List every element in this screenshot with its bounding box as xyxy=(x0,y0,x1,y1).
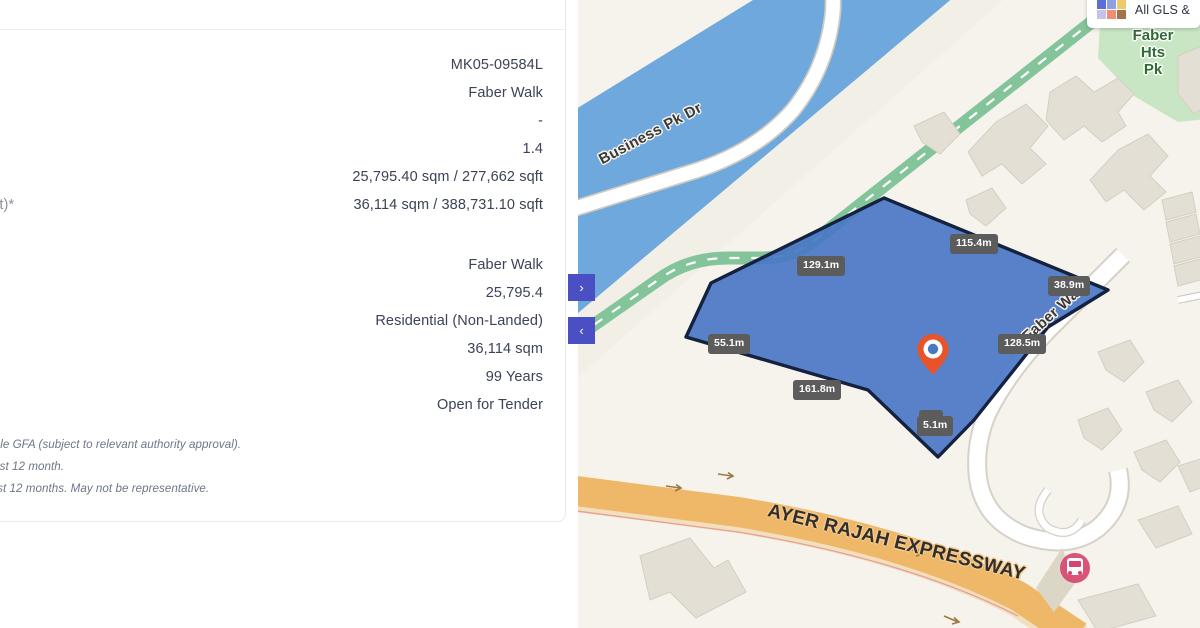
map-viewport[interactable]: Faber Hts Pk Business Pk Dr Faber Walk A… xyxy=(578,0,1200,628)
detail-row: sqft) 25,795.40 sqm / 277,662 sqft xyxy=(0,164,543,192)
previous-panel-button[interactable]: ‹ xyxy=(568,317,595,344)
detail-row-value: Residential (Non-Landed) xyxy=(375,313,543,329)
park-label-line: Faber xyxy=(1132,27,1174,44)
park-label: Faber Hts Pk xyxy=(1124,27,1182,78)
legend-swatch xyxy=(1116,0,1126,9)
legend-swatch xyxy=(1106,0,1116,9)
page-root: apore MK05-09584L Faber Walk - Ratio xyxy=(0,0,1200,628)
detail-row: 99 Years xyxy=(0,364,543,392)
detail-row-value: Faber Walk xyxy=(468,257,543,273)
legend-swatch xyxy=(1106,10,1116,19)
detail-row: Residential (Non-Landed) xyxy=(0,308,543,336)
dimension-chip: 5.1m xyxy=(917,416,954,436)
location-pin[interactable] xyxy=(916,332,950,376)
detail-row-status: Open for Tender xyxy=(0,392,543,420)
map-layer-legend[interactable]: All GLS & xyxy=(1086,0,1200,28)
detail-row: - xyxy=(0,108,543,136)
detail-row: MK05-09584L xyxy=(0,52,543,80)
detail-row-value: 25,795.40 sqm / 277,662 sqft xyxy=(352,169,543,185)
detail-row-value: Open for Tender xyxy=(436,397,543,413)
detail-row: (sqm) 36,114 sqm xyxy=(0,336,543,364)
dimension-chip: 55.1m xyxy=(708,334,751,354)
dimension-chip: 161.8m xyxy=(793,380,842,400)
legend-swatch xyxy=(1116,10,1126,19)
card-header: apore xyxy=(0,0,565,30)
property-info-panel: apore MK05-09584L Faber Walk - Ratio xyxy=(0,0,578,628)
detail-row: Faber Walk xyxy=(0,80,543,108)
footnotes: Permissisble GFA (subject to relevant au… xyxy=(0,420,543,501)
card-body: MK05-09584L Faber Walk - Ratio 1.4 sqft)… xyxy=(0,30,565,521)
park-label-line: Hts xyxy=(1140,43,1166,61)
property-detail-card: apore MK05-09584L Faber Walk - Ratio xyxy=(0,0,566,522)
dimension-chip: 115.4m xyxy=(950,234,998,254)
detail-row-value: 1.4 xyxy=(522,141,543,157)
park-label-line: Pk xyxy=(1143,60,1163,78)
chevron-left-icon: ‹ xyxy=(579,323,584,338)
detail-row: Ratio 1.4 xyxy=(0,136,543,164)
footnote: ns in the last 12 month. xyxy=(0,460,65,474)
next-panel-button[interactable]: › xyxy=(568,274,595,301)
dimension-chip: 128.5m xyxy=(998,334,1047,354)
dimension-chip: 129.1m xyxy=(797,256,846,276)
footnote: ta in the last 12 months. May not be rep… xyxy=(0,482,210,496)
legend-label: All GLS & xyxy=(1134,2,1190,17)
legend-swatch xyxy=(1096,0,1106,9)
map-pin-icon xyxy=(917,334,949,374)
legend-swatch-grid xyxy=(1096,0,1126,19)
detail-row-value: 99 Years xyxy=(485,369,543,385)
detail-row: (sqm sqft)* 36,114 sqm / 388,731.10 sqft xyxy=(0,192,543,220)
chevron-right-icon: › xyxy=(579,280,584,295)
detail-row-label: (sqm sqft)* xyxy=(0,197,15,213)
dimension-chip: 38.9m xyxy=(1048,276,1091,296)
detail-row-value: Faber Walk xyxy=(468,85,543,101)
footnote: Permissisble GFA (subject to relevant au… xyxy=(0,438,242,451)
detail-row: 25,795.4 xyxy=(0,280,543,308)
detail-row-value: 36,114 sqm / 388,731.10 sqft xyxy=(353,197,543,213)
detail-row: Faber Walk xyxy=(0,252,543,280)
card-header-title: apore xyxy=(0,0,543,11)
detail-row-value: 25,795.4 xyxy=(485,285,543,301)
detail-row-value: - xyxy=(538,113,543,129)
section-heading: n xyxy=(0,220,543,252)
detail-row-value: 36,114 sqm xyxy=(467,341,543,357)
detail-row-value: MK05-09584L xyxy=(450,57,543,73)
legend-swatch xyxy=(1096,10,1106,19)
bus-stop-poi[interactable] xyxy=(1060,553,1090,583)
